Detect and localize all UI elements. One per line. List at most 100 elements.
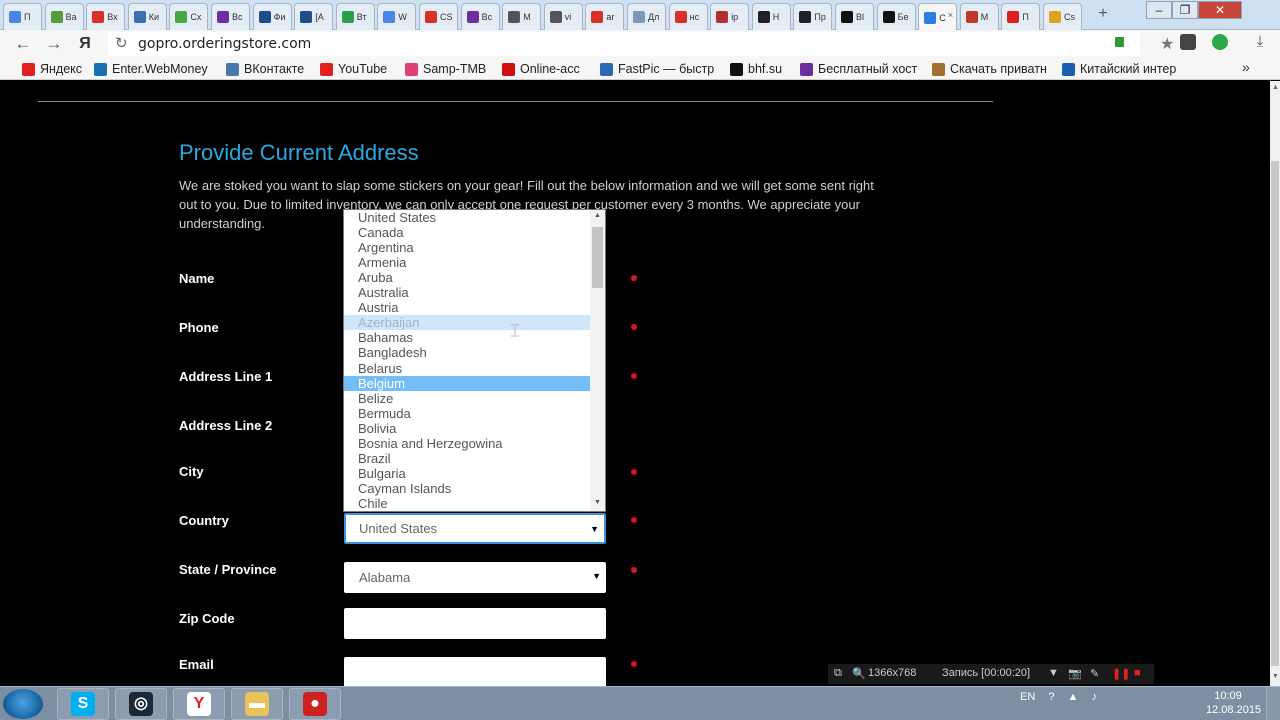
browser-tab[interactable]: Н — [751, 3, 791, 30]
network-icon[interactable]: ▲ — [1068, 691, 1079, 703]
bookmark-item[interactable]: Online-acc — [502, 62, 580, 76]
dropdown-option[interactable]: Bosnia and Herzegowina — [344, 436, 590, 451]
browser-tab[interactable]: Пр — [793, 3, 833, 30]
browser-tab[interactable]: CS — [419, 3, 458, 30]
dropdown-option[interactable]: Bangladesh — [344, 345, 590, 360]
dropdown-option[interactable]: Canada — [344, 225, 590, 240]
new-tab-button[interactable]: + — [1092, 5, 1114, 23]
yandex-home-icon[interactable]: Я — [74, 34, 96, 54]
browser-tab[interactable]: vi — [543, 3, 583, 30]
dropdown-option[interactable]: Belarus — [344, 361, 590, 376]
browser-tab[interactable]: Вх — [86, 3, 126, 30]
close-window-button[interactable]: ✕ — [1198, 1, 1242, 19]
download-icon[interactable]: ⤓ — [1252, 34, 1268, 50]
recorder-menu-icon[interactable]: ▼ — [1048, 667, 1059, 679]
page-scrollbar[interactable]: ▲ ▼ — [1270, 81, 1280, 686]
dropdown-option[interactable]: Bolivia — [344, 421, 590, 436]
recorder-pen-icon[interactable]: ✎ — [1090, 667, 1099, 680]
taskbar-app-skype[interactable]: S — [57, 688, 109, 720]
dropdown-option[interactable]: Belize — [344, 391, 590, 406]
start-button[interactable] — [3, 689, 43, 719]
browser-tab[interactable]: Бе — [876, 3, 916, 30]
dropdown-option[interactable]: Brazil — [344, 451, 590, 466]
taskbar-app-steam[interactable]: ◎ — [115, 688, 167, 720]
extension-green-icon[interactable] — [1212, 34, 1228, 50]
bookmark-item[interactable]: Яндекс — [22, 62, 82, 76]
extension-icon[interactable] — [1180, 34, 1196, 50]
state-select[interactable]: Alabama ▼ — [344, 562, 606, 593]
dropdown-option[interactable]: Cayman Islands — [344, 481, 590, 496]
dropdown-option[interactable]: United States — [344, 210, 590, 225]
language-indicator[interactable]: EN — [1020, 691, 1035, 703]
taskbar-app-yandex-browser[interactable]: Y — [173, 688, 225, 720]
maximize-button[interactable]: ❐ — [1172, 1, 1198, 19]
scroll-up-icon[interactable]: ▲ — [594, 212, 601, 219]
recorder-window-icon[interactable]: ⧉ — [834, 667, 842, 680]
help-icon[interactable]: ? — [1048, 691, 1054, 703]
forward-button[interactable]: → — [43, 34, 65, 54]
address-bar[interactable]: ↻ gopro.orderingstore.com — [108, 32, 1140, 56]
browser-tab[interactable]: Сх — [169, 3, 209, 30]
browser-tab[interactable]: Вl — [835, 3, 874, 30]
address-url[interactable]: gopro.orderingstore.com — [138, 36, 311, 52]
bookmarks-more-button[interactable]: » — [1242, 59, 1250, 75]
country-select[interactable]: United States ▼ — [344, 513, 606, 544]
browser-tab[interactable]: П — [3, 3, 42, 30]
browser-tab[interactable]: ar — [585, 3, 625, 30]
recorder-camera-icon[interactable]: 📷 — [1068, 667, 1082, 680]
back-button[interactable]: ← — [12, 34, 34, 54]
browser-tab[interactable]: ip — [710, 3, 750, 30]
taskbar-app-explorer[interactable]: ▬ — [231, 688, 283, 720]
bookmark-item[interactable]: ВКонтакте — [226, 62, 304, 76]
bookmark-item[interactable]: Скачать приватн — [932, 62, 1047, 76]
dropdown-option[interactable]: Bulgaria — [344, 466, 590, 481]
browser-tab[interactable]: П — [1001, 3, 1041, 30]
email-input[interactable] — [344, 657, 606, 686]
dropdown-option[interactable]: Chile — [344, 496, 590, 511]
minimize-button[interactable]: – — [1146, 1, 1172, 19]
browser-tab[interactable]: Cs — [1043, 3, 1082, 30]
browser-tab[interactable]: Вс — [211, 3, 250, 30]
browser-tab[interactable]: нс — [668, 3, 708, 30]
browser-tab[interactable]: С × — [918, 3, 958, 31]
bookmark-item[interactable]: Enter.WebMoney — [94, 62, 208, 76]
dropdown-option[interactable]: Azerbaijan — [344, 315, 590, 331]
dropdown-option[interactable]: Armenia — [344, 255, 590, 270]
browser-tab[interactable]: Вт — [335, 3, 375, 30]
bookmark-item[interactable]: YouTube — [320, 62, 387, 76]
page-scroll-thumb[interactable] — [1271, 161, 1279, 666]
scroll-down-icon[interactable]: ▼ — [594, 499, 601, 506]
bookmark-item[interactable]: Бесплатный хост — [800, 62, 917, 76]
recorder-zoom-icon[interactable]: 🔍 — [852, 667, 866, 680]
bookmark-star-icon[interactable]: ★ — [1160, 34, 1174, 54]
dropdown-option[interactable]: Aruba — [344, 270, 590, 285]
dropdown-option[interactable]: Belgium — [344, 375, 590, 391]
browser-tab[interactable]: Ва — [44, 3, 84, 30]
scroll-down-icon[interactable]: ▼ — [1272, 673, 1279, 680]
country-dropdown-list[interactable]: United States Canada Argentina Armenia Aruba… — [343, 209, 606, 512]
browser-tab[interactable]: М — [502, 3, 542, 30]
dropdown-scroll-thumb[interactable] — [592, 227, 603, 288]
dropdown-option[interactable]: Australia — [344, 285, 590, 300]
bookmark-item[interactable]: Китайский интер — [1062, 62, 1176, 76]
browser-tab[interactable]: Дл — [627, 3, 666, 30]
reload-icon[interactable]: ↻ — [115, 34, 128, 52]
taskbar-app-recorder[interactable]: ● — [289, 688, 341, 720]
zip-input[interactable] — [344, 608, 606, 639]
dropdown-option[interactable]: Argentina — [344, 240, 590, 255]
system-clock[interactable]: 10:09 12.08.2015 — [1206, 689, 1261, 717]
dropdown-option[interactable]: Bahamas — [344, 330, 590, 345]
dropdown-scrollbar[interactable]: ▲ ▼ — [590, 210, 605, 511]
browser-tab[interactable]: Фи — [252, 3, 292, 30]
scroll-up-icon[interactable]: ▲ — [1272, 84, 1279, 91]
volume-icon[interactable]: ♪ — [1091, 691, 1097, 703]
show-desktop-button[interactable] — [1266, 687, 1280, 720]
close-tab-icon[interactable]: × — [948, 10, 953, 20]
recorder-stop-icon[interactable]: ■ — [1134, 667, 1141, 679]
dropdown-option[interactable]: Austria — [344, 300, 590, 315]
bookmark-item[interactable]: Samp-TMB — [405, 62, 486, 76]
browser-tab[interactable]: М — [959, 3, 999, 30]
browser-tab[interactable]: W — [377, 3, 417, 30]
bookmark-item[interactable]: FastPic — быстр — [600, 62, 714, 76]
recorder-pause-icon[interactable]: ❚❚ — [1112, 667, 1130, 680]
